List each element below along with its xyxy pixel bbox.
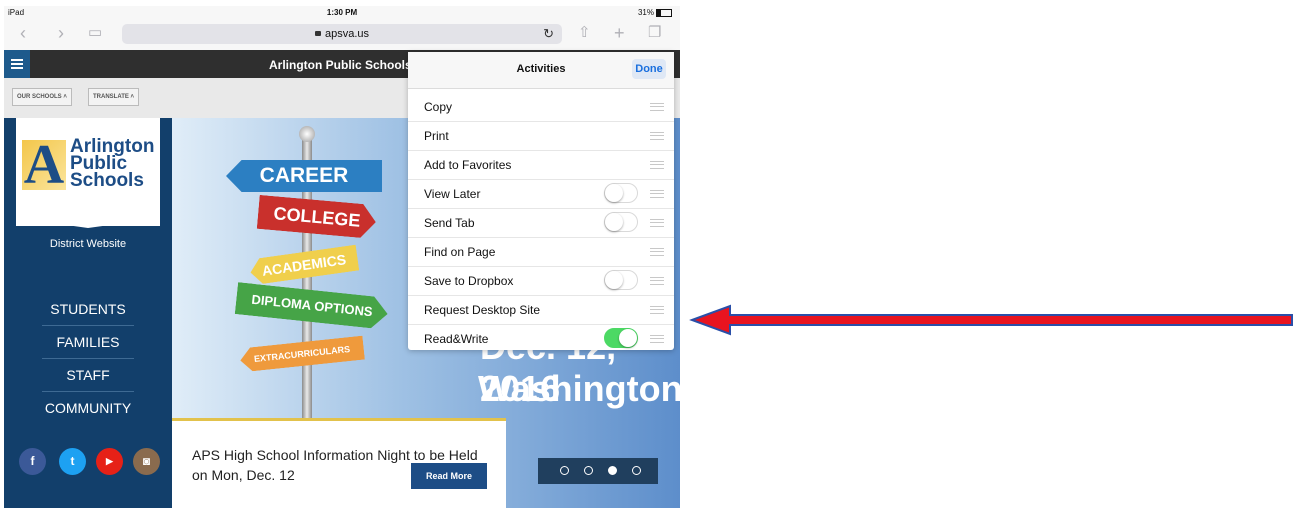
- forward-icon[interactable]: ›: [58, 23, 64, 43]
- nav-item-staff[interactable]: STAFF: [42, 359, 134, 392]
- send-tab-toggle[interactable]: [604, 212, 638, 232]
- battery-percent: 31%: [637, 8, 654, 17]
- reload-icon[interactable]: ↻: [543, 24, 554, 44]
- battery-icon: [656, 8, 672, 17]
- sign-college: COLLEGE: [257, 195, 378, 239]
- activity-label: Print: [424, 129, 449, 143]
- main-nav: STUDENTS FAMILIES STAFF COMMUNITY: [42, 293, 134, 424]
- activity-label: Save to Dropbox: [424, 274, 514, 288]
- popover-header: Activities Done: [408, 52, 674, 89]
- carousel-dot[interactable]: [584, 466, 593, 475]
- site-title: Arlington Public Schools: [269, 58, 412, 72]
- activity-row-request-desktop-site[interactable]: Request Desktop Site: [408, 295, 674, 325]
- activity-row-copy[interactable]: Copy: [408, 92, 674, 122]
- activity-row-save-to-dropbox[interactable]: Save to Dropbox: [408, 266, 674, 296]
- activity-row-read-write[interactable]: Read&Write: [408, 324, 674, 353]
- our-schools-dropdown[interactable]: OUR SCHOOLS ˄: [12, 88, 72, 106]
- done-button[interactable]: Done: [632, 59, 666, 79]
- lock-icon: [314, 31, 321, 36]
- battery-indicator: 31%: [638, 8, 672, 17]
- activity-row-find-on-page[interactable]: Find on Page: [408, 237, 674, 267]
- carousel-pagination: [538, 458, 658, 484]
- reorder-handle-icon[interactable]: [650, 132, 664, 140]
- read-more-button[interactable]: Read More: [411, 463, 487, 489]
- twitter-icon[interactable]: t: [59, 448, 86, 475]
- activity-label: View Later: [424, 187, 481, 201]
- activity-label: Read&Write: [424, 332, 489, 346]
- news-card: APS High School Information Night to be …: [172, 418, 506, 508]
- browser-toolbar: ‹ › ▭ apsva.us ↻ ⇧ + ❐: [4, 20, 680, 50]
- reorder-handle-icon[interactable]: [650, 103, 664, 111]
- reorder-handle-icon[interactable]: [650, 277, 664, 285]
- reorder-handle-icon[interactable]: [650, 190, 664, 198]
- activity-row-add-to-favorites[interactable]: Add to Favorites: [408, 150, 674, 180]
- instagram-icon[interactable]: ◙: [133, 448, 160, 475]
- url-text: apsva.us: [324, 28, 370, 40]
- tabs-icon[interactable]: ❐: [648, 23, 661, 43]
- carousel-dot-active[interactable]: [608, 466, 617, 475]
- ipad-screen: iPad 1:30 PM 31% ‹ › ▭ apsva.us ↻ ⇧ + ❐ …: [4, 6, 680, 508]
- reorder-handle-icon[interactable]: [650, 335, 664, 343]
- activity-label: Send Tab: [424, 216, 475, 230]
- activity-label: Add to Favorites: [424, 158, 512, 172]
- facebook-icon[interactable]: f: [19, 448, 46, 475]
- back-icon[interactable]: ‹: [20, 23, 26, 43]
- reorder-handle-icon[interactable]: [650, 161, 664, 169]
- aps-logo[interactable]: A Arlington Public Schools: [16, 118, 160, 228]
- logo-line: Schools: [70, 170, 144, 191]
- carousel-dot[interactable]: [632, 466, 641, 475]
- our-schools-label: OUR SCHOOLS: [17, 94, 62, 100]
- logo-text: Arlington Public Schools: [70, 137, 154, 191]
- activity-row-print[interactable]: Print: [408, 121, 674, 151]
- translate-dropdown[interactable]: TRANSLATE ˄: [88, 88, 140, 106]
- sign-diploma-options: DIPLOMA OPTIONS: [235, 282, 390, 330]
- annotation-arrow: [689, 304, 1293, 336]
- reorder-handle-icon[interactable]: [650, 219, 664, 227]
- activities-popover: Activities Done Copy Print Add to Favori…: [408, 52, 674, 350]
- nav-item-students[interactable]: STUDENTS: [42, 293, 134, 326]
- save-to-dropbox-toggle[interactable]: [604, 270, 638, 290]
- logo-letter: A: [22, 134, 66, 196]
- view-later-toggle[interactable]: [604, 183, 638, 203]
- hamburger-menu-icon[interactable]: [4, 50, 30, 78]
- translate-label: TRANSLATE: [93, 94, 129, 100]
- reorder-handle-icon[interactable]: [650, 248, 664, 256]
- youtube-icon[interactable]: ▶: [96, 448, 123, 475]
- activity-label: Request Desktop Site: [424, 303, 541, 317]
- sign-career: CAREER: [226, 160, 382, 192]
- activity-label: Find on Page: [424, 245, 496, 259]
- carousel-dot[interactable]: [560, 466, 569, 475]
- nav-item-families[interactable]: FAMILIES: [42, 326, 134, 359]
- share-icon[interactable]: ⇧: [578, 23, 591, 43]
- activity-row-view-later[interactable]: View Later: [408, 179, 674, 209]
- new-tab-icon[interactable]: +: [614, 23, 625, 43]
- status-bar: iPad 1:30 PM 31%: [4, 6, 680, 20]
- activity-label: Copy: [424, 100, 453, 114]
- nav-item-community[interactable]: COMMUNITY: [42, 392, 134, 424]
- hero-location-text: Washington: [478, 368, 680, 409]
- clock: 1:30 PM: [326, 8, 358, 17]
- reorder-handle-icon[interactable]: [650, 306, 664, 314]
- activity-row-send-tab[interactable]: Send Tab: [408, 208, 674, 238]
- signpost-cap: [299, 126, 315, 142]
- bookmarks-icon[interactable]: ▭: [88, 23, 102, 43]
- annotation-arrow-shape: [689, 304, 1293, 336]
- sidebar: A Arlington Public Schools District Webs…: [4, 118, 172, 508]
- read-write-toggle[interactable]: [604, 328, 638, 348]
- district-website-label: District Website: [49, 238, 127, 250]
- address-bar[interactable]: apsva.us ↻: [122, 24, 562, 44]
